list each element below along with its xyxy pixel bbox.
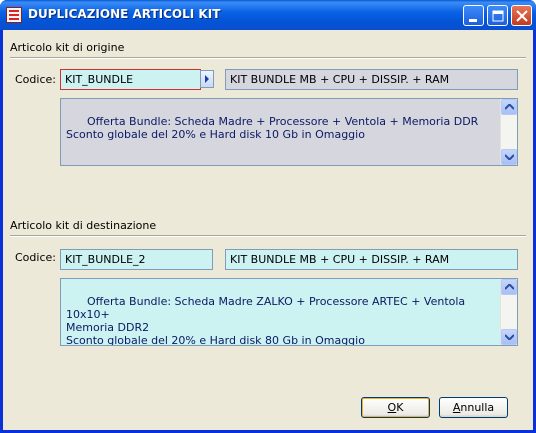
minimize-icon (469, 19, 477, 22)
close-button[interactable] (511, 5, 532, 26)
maximize-button[interactable] (487, 5, 508, 26)
maximize-icon (492, 10, 504, 22)
origin-code-input[interactable]: KIT_BUNDLE (60, 69, 201, 90)
dialog-client: Articolo kit di origine Codice: KIT_BUND… (3, 30, 533, 430)
destination-code-label: Codice: (15, 251, 56, 264)
origin-notes-text: Offerta Bundle: Scheda Madre + Processor… (66, 115, 479, 141)
destination-section-label: Articolo kit di destinazione (10, 219, 157, 232)
ok-button[interactable]: OK (361, 397, 430, 418)
scroll-up-button[interactable] (501, 99, 517, 115)
scroll-down-button[interactable] (501, 149, 517, 165)
chevron-down-icon (505, 154, 514, 160)
origin-divider (10, 57, 526, 59)
minimize-button[interactable] (463, 5, 484, 26)
origin-section-label: Articolo kit di origine (10, 41, 125, 54)
cancel-button[interactable]: Annulla (439, 397, 508, 418)
dialog-window: DUPLICAZIONE ARTICOLI KIT Articolo kit d… (0, 0, 536, 433)
origin-description-field: KIT BUNDLE MB + CPU + DISSIP. + RAM (225, 69, 518, 90)
destination-notes-scrollbar[interactable] (500, 279, 517, 345)
window-title: DUPLICAZIONE ARTICOLI KIT (28, 7, 221, 21)
origin-code-lookup-button[interactable] (200, 70, 214, 88)
destination-notes-memo[interactable]: Offerta Bundle: Scheda Madre ZALKO + Pro… (60, 278, 518, 346)
app-icon (6, 7, 22, 23)
origin-notes-memo[interactable]: Offerta Bundle: Scheda Madre + Processor… (60, 98, 518, 166)
destination-description-input[interactable]: KIT BUNDLE MB + CPU + DISSIP. + RAM (225, 249, 518, 270)
chevron-down-icon (505, 334, 514, 340)
title-bar[interactable]: DUPLICAZIONE ARTICOLI KIT (0, 0, 536, 30)
origin-code-label: Codice: (15, 73, 56, 86)
scroll-down-button[interactable] (501, 329, 517, 345)
scroll-up-button[interactable] (501, 279, 517, 295)
close-icon (516, 10, 528, 22)
cancel-label-rest: nnulla (460, 401, 495, 414)
chevron-up-icon (505, 104, 514, 110)
chevron-right-icon (205, 75, 209, 83)
origin-notes-scrollbar[interactable] (500, 99, 517, 165)
destination-code-input[interactable]: KIT_BUNDLE_2 (60, 249, 213, 270)
chevron-up-icon (505, 284, 514, 290)
ok-mnemonic: O (387, 401, 397, 414)
ok-label-rest: K (396, 401, 404, 414)
destination-divider (10, 235, 526, 237)
destination-notes-text: Offerta Bundle: Scheda Madre ZALKO + Pro… (66, 295, 466, 346)
